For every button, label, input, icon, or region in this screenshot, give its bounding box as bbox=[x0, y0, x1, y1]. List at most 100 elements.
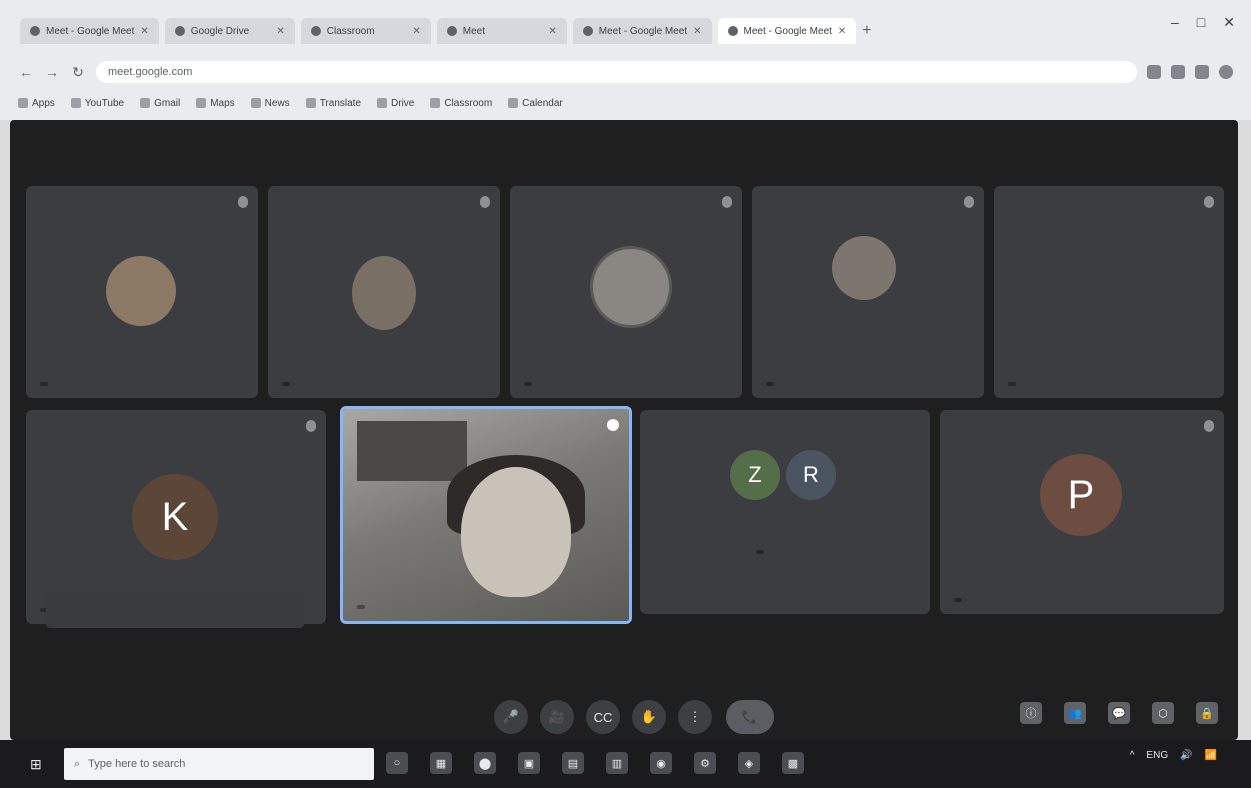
participant-tile[interactable] bbox=[26, 186, 258, 398]
presenter-face bbox=[461, 467, 571, 597]
bookmark-icon bbox=[377, 98, 388, 108]
browser-tab-2[interactable]: Google Drive ✕ bbox=[164, 18, 295, 44]
taskbar-app-icon[interactable]: ▦ bbox=[430, 752, 452, 774]
settings-icon[interactable]: ⚙ bbox=[694, 752, 716, 774]
mic-muted-icon bbox=[964, 196, 974, 208]
tray-overflow-icon[interactable]: ^ bbox=[1130, 750, 1135, 761]
captions-button[interactable]: CC bbox=[586, 700, 620, 734]
network-icon[interactable]: 📶 bbox=[1205, 750, 1217, 761]
extension-icon[interactable] bbox=[1195, 65, 1209, 79]
camera-button[interactable]: 🎥 bbox=[540, 700, 574, 734]
browser-tab-4[interactable]: Meet ✕ bbox=[436, 18, 567, 44]
taskbar-search[interactable]: ⌕ Type here to search bbox=[64, 748, 374, 780]
bookmark-item[interactable]: YouTube bbox=[70, 98, 124, 109]
close-tab-icon[interactable]: ✕ bbox=[140, 26, 148, 37]
participant-tile[interactable]: P bbox=[940, 410, 1224, 614]
bookmark-item[interactable]: Classroom bbox=[430, 98, 492, 109]
people-icon[interactable]: 👥 bbox=[1064, 702, 1086, 724]
presenter-video-tile[interactable] bbox=[340, 406, 632, 624]
favicon-icon bbox=[582, 26, 593, 36]
participant-name bbox=[357, 605, 365, 609]
leave-call-button[interactable]: 📞 bbox=[726, 700, 774, 734]
participant-name bbox=[40, 382, 48, 386]
browser-tab-5[interactable]: Meet - Google Meet ✕ bbox=[572, 18, 712, 44]
close-tab-icon[interactable]: ✕ bbox=[276, 26, 284, 37]
participant-tile[interactable] bbox=[994, 186, 1224, 398]
close-tab-icon[interactable]: ✕ bbox=[548, 26, 556, 37]
bookmark-icon bbox=[196, 98, 207, 108]
mic-muted-icon bbox=[722, 196, 732, 208]
microphone-button[interactable]: 🎤 bbox=[494, 700, 528, 734]
bookmark-icon bbox=[18, 98, 28, 108]
browser-chrome: Meet - Google Meet ✕ Google Drive ✕ Classr… bbox=[0, 0, 1251, 120]
participant-name bbox=[756, 550, 764, 554]
participant-avatar: Z bbox=[730, 450, 780, 500]
reload-button[interactable]: ↻ bbox=[70, 64, 86, 81]
host-controls-icon[interactable]: 🔒 bbox=[1196, 702, 1218, 724]
bookmark-item[interactable]: Calendar bbox=[508, 98, 563, 109]
participant-avatar bbox=[352, 256, 416, 330]
chat-icon[interactable]: 💬 bbox=[1108, 702, 1130, 724]
browser-tab-active[interactable]: Meet - Google Meet ✕ bbox=[717, 18, 857, 44]
tab-label: Google Drive bbox=[190, 25, 250, 37]
more-options-button[interactable]: ⋮ bbox=[678, 700, 712, 734]
browser-tab-1[interactable]: Meet - Google Meet ✕ bbox=[20, 18, 159, 44]
minimize-button[interactable]: – bbox=[1171, 14, 1179, 31]
extension-icon[interactable] bbox=[1171, 65, 1185, 79]
bookmark-icon bbox=[70, 98, 81, 108]
address-bar[interactable]: meet.google.com bbox=[96, 61, 1137, 83]
start-button[interactable]: ⊞ bbox=[30, 756, 48, 774]
file-explorer-icon[interactable]: ▤ bbox=[562, 752, 584, 774]
favicon-icon bbox=[310, 26, 321, 36]
volume-icon[interactable]: 🔊 bbox=[1180, 750, 1192, 761]
bookmark-item[interactable]: Drive bbox=[377, 98, 414, 109]
close-tab-icon[interactable]: ✕ bbox=[412, 26, 420, 37]
taskbar-app-icon[interactable]: ▩ bbox=[782, 752, 804, 774]
participant-avatar: K bbox=[132, 474, 218, 560]
mic-muted-icon bbox=[1204, 196, 1214, 208]
taskbar-app-icon[interactable]: ◈ bbox=[738, 752, 760, 774]
participant-tile[interactable]: Z R bbox=[640, 410, 930, 614]
mic-muted-icon bbox=[1204, 420, 1214, 432]
activities-icon[interactable]: ⬡ bbox=[1152, 702, 1174, 724]
profile-icon[interactable] bbox=[1219, 65, 1233, 79]
new-tab-button[interactable]: + bbox=[862, 22, 871, 40]
forward-button[interactable]: → bbox=[44, 64, 60, 80]
participant-name bbox=[282, 382, 290, 386]
meet-control-bar: 🎤 🎥 CC ✋ ⋮ 📞 ⓘ 👥 💬 ⬡ 🔒 bbox=[10, 660, 1238, 740]
participant-name bbox=[1008, 382, 1016, 386]
tab-label: Meet - Google Meet bbox=[743, 25, 832, 37]
close-tab-icon[interactable]: ✕ bbox=[838, 26, 846, 37]
close-tab-icon[interactable]: ✕ bbox=[693, 26, 701, 37]
bookmark-item[interactable]: Translate bbox=[305, 98, 361, 109]
back-button[interactable]: ← bbox=[18, 64, 34, 80]
participant-avatar bbox=[106, 256, 176, 326]
taskbar-app-icon[interactable]: ▥ bbox=[606, 752, 628, 774]
extension-icon[interactable] bbox=[1147, 65, 1161, 79]
close-window-button[interactable]: ✕ bbox=[1223, 14, 1235, 31]
camera-video bbox=[343, 409, 629, 621]
address-text: meet.google.com bbox=[108, 66, 193, 78]
participant-name bbox=[524, 382, 532, 386]
favicon-icon bbox=[174, 26, 185, 36]
maximize-button[interactable]: □ bbox=[1197, 14, 1205, 31]
bookmark-item[interactable]: Maps bbox=[196, 98, 235, 109]
participant-tile[interactable] bbox=[268, 186, 500, 398]
omnibar: ← → ↻ meet.google.com bbox=[18, 58, 1233, 86]
bookmark-item[interactable]: News bbox=[250, 98, 290, 109]
taskbar-app-icon[interactable]: ▣ bbox=[518, 752, 540, 774]
mic-muted-icon bbox=[238, 196, 248, 208]
language-indicator[interactable]: ENG bbox=[1146, 750, 1168, 761]
task-view-icon[interactable]: ○ bbox=[386, 752, 408, 774]
chrome-icon[interactable]: ⬤ bbox=[474, 752, 496, 774]
taskbar-app-icon[interactable]: ◉ bbox=[650, 752, 672, 774]
browser-tab-3[interactable]: Classroom ✕ bbox=[300, 18, 431, 44]
mic-muted-icon bbox=[306, 420, 316, 432]
meeting-info-icon[interactable]: ⓘ bbox=[1020, 702, 1042, 724]
participant-avatar bbox=[590, 246, 672, 328]
raise-hand-button[interactable]: ✋ bbox=[632, 700, 666, 734]
bookmark-item[interactable]: Gmail bbox=[140, 98, 180, 109]
participant-tile[interactable] bbox=[510, 186, 742, 398]
bookmark-item[interactable]: Apps bbox=[18, 98, 55, 109]
participant-tile[interactable] bbox=[752, 186, 984, 398]
